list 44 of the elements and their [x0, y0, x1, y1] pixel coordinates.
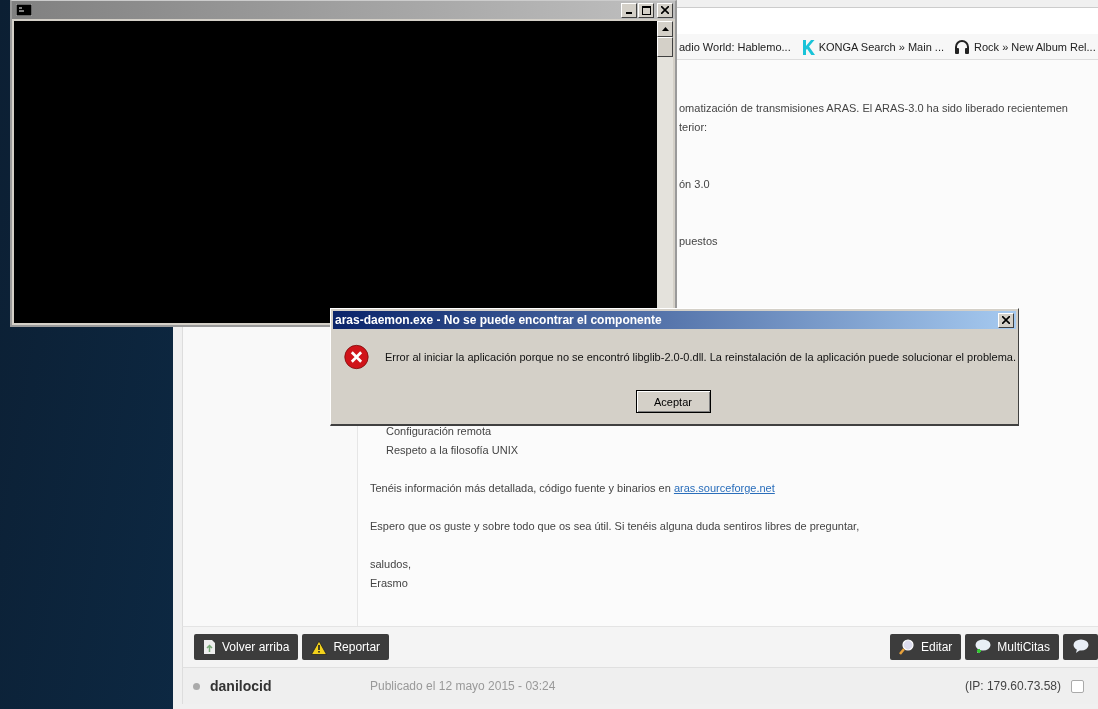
letter-k-icon	[800, 38, 815, 55]
error-message: Error al iniciar la aplicación porque no se encontró libglib-2.0-0.dll. La reinstalación de la aplicación puede solucionar el problema.	[384, 351, 1016, 363]
post-text-line: Respeto a la filosofía UNIX	[386, 444, 519, 456]
magnifier-pencil-icon	[898, 639, 915, 655]
post-text-line: Configuración remota	[386, 425, 492, 437]
scroll-thumb[interactable]	[657, 37, 673, 57]
close-button[interactable]	[657, 2, 673, 18]
toolbar-button[interactable]: Reportar	[302, 634, 390, 660]
post-text-line: Erasmo	[370, 577, 408, 589]
maximize-icon	[641, 5, 651, 15]
post-text-line: saludos,	[370, 558, 411, 570]
post-text-line: terior:	[679, 121, 708, 133]
headphones-icon	[954, 38, 971, 55]
speech-bubble-icon	[1072, 639, 1089, 655]
post-text-line: ón 3.0	[679, 178, 710, 190]
toolbar-button[interactable]: Editar	[889, 634, 962, 660]
minimize-button[interactable]	[621, 2, 637, 18]
scroll-up-icon	[661, 27, 669, 31]
status-dot-icon	[193, 682, 200, 690]
post-text-line: puestos	[679, 235, 718, 247]
post-date: Publicado el 12 mayo 2015 - 03:24	[370, 679, 557, 693]
bookmark-item[interactable]: Rock » New Album Rel...	[954, 38, 1096, 55]
bookmark-item[interactable]: KONGA Search » Main ...	[800, 38, 945, 55]
maximize-button[interactable]	[638, 2, 654, 18]
console-icon	[16, 4, 32, 16]
toolbar-button[interactable]: MultiCitas	[965, 634, 1059, 660]
quote-button[interactable]	[1063, 634, 1098, 660]
ip-address: (IP: 179.60.73.58)	[964, 679, 1061, 693]
toolbar-button[interactable]: Volver arriba	[194, 634, 299, 660]
close-icon	[661, 6, 669, 14]
select-checkbox[interactable]	[1071, 679, 1084, 693]
bookmark-item[interactable]: adio World: Hablemo...	[679, 40, 791, 53]
post-text-line: omatización de transmisiones ARAS. El ARAS-3.0 ha sido liberado recientemen	[679, 102, 1068, 114]
dialog-title: aras-daemon.exe - No se puede encontrar el componente	[335, 313, 663, 327]
post-text-line: Espero que os guste y sobre todo que os sea útil. Si tenéis alguna duda sentiros libres de preguntar,	[370, 520, 860, 532]
post-text: Tenéis información más detallada, código fuente y binarios en	[370, 482, 672, 494]
close-icon	[1002, 316, 1010, 324]
author-name: danilocid	[210, 678, 273, 694]
accept-button[interactable]: Aceptar	[635, 390, 711, 413]
warning-icon	[311, 639, 328, 655]
source-link[interactable]: aras.sourceforge.net	[673, 482, 775, 494]
speech-bubble-plus-icon	[974, 639, 992, 655]
document-arrow-icon	[203, 639, 216, 655]
close-button[interactable]	[998, 312, 1014, 328]
